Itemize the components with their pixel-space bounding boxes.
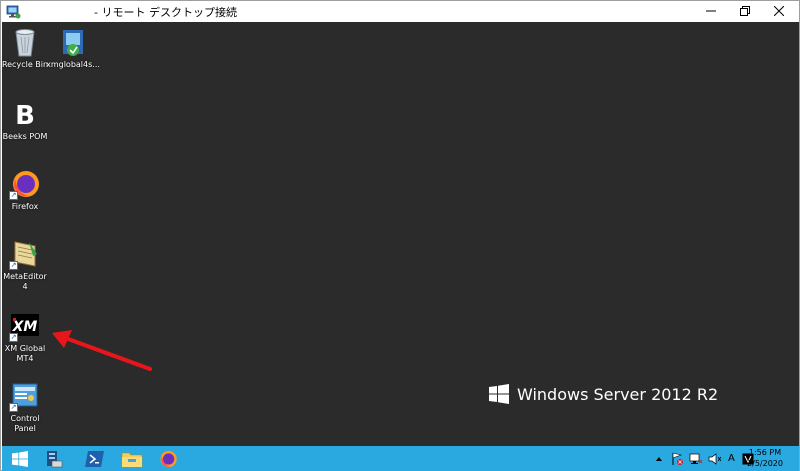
file-explorer-icon	[121, 452, 143, 467]
clock-time: 1:56 PM	[748, 448, 782, 457]
desktop-icon-recycle-bin[interactable]: Recycle Bin	[2, 26, 50, 70]
taskbar-firefox[interactable]	[150, 446, 186, 471]
show-hidden-icons-icon[interactable]	[654, 454, 664, 464]
desktop-icon-firefox[interactable]: ↗ Firefox	[2, 168, 50, 212]
desktop-icon-label: Firefox	[11, 202, 39, 211]
desktop-icon-label: Recycle Bin	[2, 60, 49, 69]
ime-indicator[interactable]: A	[728, 453, 735, 464]
restore-icon	[740, 6, 750, 16]
clock[interactable]: 1:56 PM 2/5/2020	[745, 447, 785, 469]
desktop-icon-label: xmglobal4s...	[46, 60, 100, 69]
windows-logo-icon	[489, 384, 509, 404]
branding-text: Windows Server 2012 R2	[517, 384, 719, 404]
remote-desktop-window: - リモート デスクトップ接続 Recycle Bin xmglobal4s..…	[0, 0, 800, 471]
svg-text:B: B	[15, 101, 35, 130]
speaker-icon[interactable]	[708, 452, 722, 466]
desktop-icon-metaeditor[interactable]: ↗ MetaEditor 4	[2, 238, 50, 292]
windows-branding: Windows Server 2012 R2	[489, 384, 718, 404]
firefox-icon	[160, 450, 177, 467]
window-title: - リモート デスクトップ接続	[94, 6, 237, 19]
desktop-icon-label: MetaEditor 4	[3, 272, 47, 291]
powershell-icon	[85, 450, 104, 467]
beeks-pom-icon: B	[11, 100, 39, 131]
taskbar-powershell[interactable]	[77, 446, 113, 471]
action-center-flag-icon[interactable]	[670, 452, 684, 466]
desktop[interactable]: Recycle Bin xmglobal4s... B Beeks POM ↗ …	[2, 22, 799, 446]
recycle-bin-icon	[15, 29, 35, 57]
desktop-icon-label: Beeks POM	[2, 132, 48, 141]
clock-date: 2/5/2020	[747, 459, 783, 468]
start-icon	[12, 450, 28, 467]
close-button[interactable]	[762, 1, 796, 21]
shortcut-arrow-icon: ↗	[9, 333, 18, 342]
system-tray: A	[654, 446, 754, 471]
title-bar[interactable]: - リモート デスクトップ接続	[1, 1, 799, 22]
taskbar-server-manager[interactable]	[36, 446, 72, 471]
taskbar: A 1:56 PM 2/5/2020	[2, 446, 799, 471]
desktop-icon-label: Control Panel	[10, 414, 40, 433]
desktop-icon-control-panel[interactable]: ↗ Control Panel	[2, 380, 50, 434]
desktop-icon-beeks-pom[interactable]: B Beeks POM	[2, 98, 50, 142]
minimize-icon	[706, 10, 716, 12]
shortcut-arrow-icon: ↗	[9, 261, 18, 270]
minimize-button[interactable]	[694, 1, 728, 21]
restore-button[interactable]	[728, 1, 762, 21]
start-button[interactable]	[2, 446, 38, 471]
taskbar-file-explorer[interactable]	[114, 446, 150, 471]
annotation-arrow	[52, 330, 152, 371]
desktop-icon-xmglobal-installer[interactable]: xmglobal4s...	[45, 26, 101, 70]
close-icon	[774, 6, 784, 16]
network-icon[interactable]	[689, 452, 703, 466]
shortcut-arrow-icon: ↗	[9, 191, 18, 200]
remote-desktop-icon[interactable]	[6, 4, 21, 19]
shortcut-arrow-icon: ↗	[9, 403, 18, 412]
server-manager-icon	[47, 450, 63, 467]
installer-icon	[63, 30, 83, 56]
